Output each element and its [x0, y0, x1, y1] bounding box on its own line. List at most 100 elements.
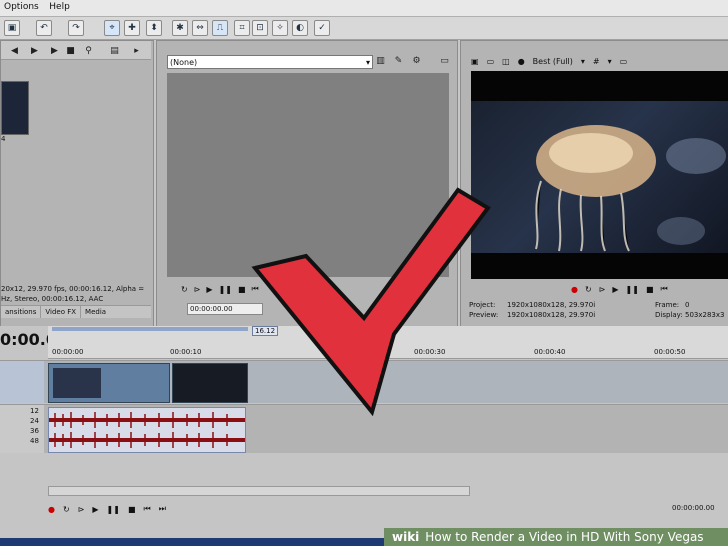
save-preset-icon[interactable]: ▥	[375, 55, 386, 66]
bottom-timecode: 00:00:00.00	[672, 504, 715, 512]
trim-icon[interactable]: ✓	[314, 20, 330, 36]
audio-waveform	[49, 412, 245, 448]
delete-preset-icon[interactable]: ✎	[393, 55, 404, 66]
envelope-tool-icon[interactable]: ✚	[124, 20, 140, 36]
trimmer-panel: (None) ▾ ▥ ✎ ⚙ ▭ ↻ ⊳ ▶ ❚❚ ■ ⏮ 00:00:00.0…	[156, 40, 458, 328]
record-icon[interactable]: ●	[571, 285, 578, 294]
project-label: Project:	[469, 301, 496, 309]
ignore-grouping-icon[interactable]: ⊡	[252, 20, 268, 36]
loop-end-marker: 16.12	[252, 326, 279, 336]
display-icon[interactable]: ▭	[439, 55, 450, 66]
stop-icon[interactable]: ■	[65, 45, 76, 56]
video-clip[interactable]	[48, 363, 170, 403]
display-value: 503x283x3	[685, 311, 725, 319]
prev-frame-icon[interactable]: ⏮	[661, 284, 668, 294]
folder-icon[interactable]: ▸	[131, 45, 142, 56]
trimmer-timecode: 00:00:00.00	[187, 303, 263, 315]
selection-tool-icon[interactable]: ⬍	[146, 20, 162, 36]
forward-icon[interactable]: ▶	[29, 45, 40, 56]
frame-value: 0	[685, 301, 690, 309]
preview-quality[interactable]: Best (Full)	[533, 57, 573, 66]
media-thumbnail[interactable]	[1, 81, 29, 135]
snapping-icon[interactable]: ⎍	[212, 20, 228, 36]
play-from-start-icon[interactable]: ⊳	[194, 285, 201, 294]
preview-screen	[471, 71, 728, 279]
menu-bar: Options Help	[0, 0, 728, 17]
track-number-12: 12	[30, 407, 39, 415]
redo-icon[interactable]: ↷	[68, 20, 84, 36]
media-panel-toolbar: ◀ ▶ ▶ ■ ⚲ ▤ ▸	[1, 41, 151, 60]
video-clip-end[interactable]	[172, 363, 248, 403]
chevron-down-icon: ▾	[365, 57, 370, 67]
zoom-tool-icon[interactable]: ✱	[172, 20, 188, 36]
main-toolbar: ▣ ↶ ↷ ⌖ ✚ ⬍ ✱ ⇔ ⎍ ⌗ ⊡ ✧ ◐ ✓	[0, 17, 728, 40]
next-frame-icon[interactable]: ⏭	[159, 504, 166, 514]
audio-track-header: 12 24 36 48	[0, 405, 44, 453]
video-track-header	[0, 361, 44, 403]
pause-icon[interactable]: ❚❚	[219, 285, 232, 294]
preset-dropdown[interactable]: (None) ▾	[167, 55, 373, 69]
stop-icon[interactable]: ■	[128, 505, 136, 514]
stop-icon[interactable]: ■	[646, 285, 654, 294]
display-icon[interactable]: ▭	[620, 57, 628, 66]
loop-region[interactable]	[52, 327, 248, 331]
timeline-scrollbar[interactable]	[48, 486, 470, 496]
project-value: 1920x1080x128, 29.970i	[507, 301, 596, 309]
play-icon[interactable]: ▶	[206, 285, 212, 294]
play-from-start-icon[interactable]: ⊳	[78, 505, 85, 514]
menu-help[interactable]: Help	[45, 0, 74, 14]
media-thumb-label: 4	[1, 135, 6, 143]
menu-options[interactable]: Options	[0, 0, 43, 14]
play-icon[interactable]: ▶	[49, 45, 60, 56]
tab-media[interactable]: Media	[81, 306, 110, 318]
timeline-current-time: 0:00.00	[0, 330, 69, 349]
overlay-icon[interactable]: ▾	[608, 57, 612, 66]
back-icon[interactable]: ◀	[9, 45, 20, 56]
auto-preview-icon[interactable]: ⚲	[83, 45, 94, 56]
audio-track: 12 24 36 48	[0, 404, 728, 453]
preview-properties-icon[interactable]: ▣	[471, 57, 479, 66]
wikihow-watermark: wiki How to Render a Video in HD With So…	[384, 528, 728, 546]
pause-icon[interactable]: ❚❚	[107, 505, 120, 514]
audio-clip[interactable]	[48, 407, 246, 453]
effects-icon[interactable]: ◐	[292, 20, 308, 36]
normal-edit-tool-icon[interactable]: ⌖	[104, 20, 120, 36]
prev-frame-icon[interactable]: ⏮	[252, 284, 259, 294]
play-icon[interactable]: ▶	[612, 285, 618, 294]
ruler-tick-4: 00:00:50	[654, 348, 686, 356]
media-panel: ◀ ▶ ▶ ■ ⚲ ▤ ▸ 4 20x12, 29.970 fps, 00:00…	[0, 40, 154, 328]
preview-fx-icon[interactable]: ●	[518, 57, 525, 66]
external-monitor-icon[interactable]: ▭	[487, 57, 495, 66]
views-icon[interactable]: ▤	[109, 45, 120, 56]
play-icon[interactable]: ▶	[92, 505, 98, 514]
auto-ripple-icon[interactable]: ⇔	[192, 20, 208, 36]
timeline-ruler: 16.12 00:00:00 00:00:10 00:00:30 00:00:4…	[48, 326, 728, 359]
grid-icon[interactable]: #	[593, 57, 600, 66]
loop-icon[interactable]: ↻	[181, 285, 188, 294]
pause-icon[interactable]: ❚❚	[626, 285, 639, 294]
play-from-start-icon[interactable]: ⊳	[599, 285, 606, 294]
preview-panel: ▣ ▭ ◫ ● Best (Full) ▾ # ▾ ▭ ● ↻ ⊳ ▶ ❚❚ ■…	[460, 40, 728, 328]
preview-transport: ● ↻ ⊳ ▶ ❚❚ ■ ⏮	[571, 283, 721, 295]
track-number-36: 36	[30, 427, 39, 435]
undo-icon[interactable]: ↶	[36, 20, 52, 36]
crossfade-icon[interactable]: ✧	[272, 20, 288, 36]
lock-envelopes-icon[interactable]: ⌗	[234, 20, 250, 36]
tab-transitions[interactable]: ansitions	[1, 306, 42, 318]
settings-icon[interactable]: ⚙	[411, 55, 422, 66]
chevron-down-icon: ▾	[580, 56, 585, 66]
ruler-tick-3: 00:00:40	[534, 348, 566, 356]
stop-icon[interactable]: ■	[238, 285, 246, 294]
record-icon[interactable]: ●	[48, 505, 55, 514]
tab-video-fx[interactable]: Video FX	[41, 306, 82, 318]
preview-label: Preview:	[469, 311, 499, 319]
loop-icon[interactable]: ↻	[63, 505, 70, 514]
ruler-tick-0: 00:00:00	[52, 348, 84, 356]
frame-label: Frame:	[655, 301, 680, 309]
loop-icon[interactable]: ↻	[585, 285, 592, 294]
track-number-24: 24	[30, 417, 39, 425]
split-screen-icon[interactable]: ◫	[502, 57, 510, 66]
media-tabs: ansitions Video FX Media	[1, 305, 151, 318]
prev-frame-icon[interactable]: ⏮	[144, 504, 151, 514]
new-project-icon[interactable]: ▣	[4, 20, 20, 36]
